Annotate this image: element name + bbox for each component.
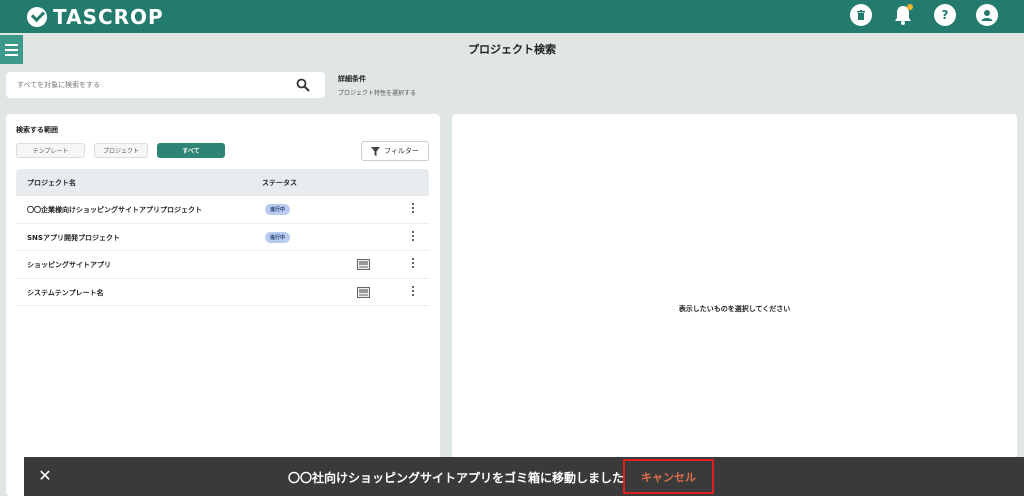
table-row[interactable]: 〇〇企業様向けショッピングサイトアプリプロジェクト 進行中 — [16, 196, 429, 224]
page-title: プロジェクト検索 — [468, 43, 556, 56]
cancel-button[interactable]: キャンセル — [623, 459, 714, 494]
filter-icon — [371, 146, 381, 156]
logo-text: TASCROP — [53, 4, 164, 29]
more-options-icon[interactable] — [410, 285, 416, 296]
header-icons: ? — [850, 4, 998, 26]
project-list-panel: 検索する範囲 テンプレート プロジェクト すべて フィルター プロジェクト名 ス… — [6, 114, 440, 496]
project-name: ショッピングサイトアプリ — [27, 261, 111, 269]
top-header: TASCROP ? — [0, 0, 1024, 33]
account-icon[interactable] — [976, 4, 998, 26]
snackbar: ✕ 〇〇社向けショッピングサイトアプリをゴミ箱に移動しました キャンセル — [24, 457, 1024, 496]
snackbar-message: 〇〇社向けショッピングサイトアプリをゴミ箱に移動しました — [288, 471, 625, 485]
app-logo[interactable]: TASCROP — [27, 5, 164, 29]
help-icon[interactable]: ? — [934, 4, 956, 26]
scope-option-all[interactable]: すべて — [157, 143, 225, 158]
trash-icon[interactable] — [850, 4, 872, 26]
detail-panel: 表示したいものを選択してください — [452, 114, 1017, 496]
status-badge: 進行中 — [265, 231, 291, 243]
template-icon — [357, 286, 370, 298]
more-options-icon[interactable] — [410, 258, 416, 268]
template-icon — [357, 259, 370, 270]
subheader: プロジェクト検索 — [0, 33, 1024, 64]
project-name: 〇〇企業様向けショッピングサイトアプリプロジェクト — [27, 206, 202, 214]
notification-dot — [907, 4, 913, 10]
filter-button[interactable]: フィルター — [361, 141, 429, 161]
bell-icon[interactable] — [892, 4, 914, 26]
table-header: プロジェクト名 ステータス — [16, 169, 429, 196]
table-row[interactable]: SNSアプリ開発プロジェクト 進行中 — [16, 224, 429, 251]
detail-title: 詳細条件 — [338, 75, 366, 83]
search-input[interactable] — [17, 81, 277, 89]
scope-label: 検索する範囲 — [16, 126, 58, 134]
status-badge: 進行中 — [265, 204, 291, 215]
logo-check-icon — [27, 6, 47, 27]
project-table: プロジェクト名 ステータス 〇〇企業様向けショッピングサイトアプリプロジェクト … — [16, 169, 429, 306]
table-row[interactable]: システムテンプレート名 — [16, 279, 429, 306]
column-header-status: ステータス — [262, 178, 297, 187]
table-row[interactable]: ショッピングサイトアプリ — [16, 251, 429, 279]
more-options-icon[interactable] — [410, 230, 416, 241]
project-name: SNSアプリ開発プロジェクト — [27, 233, 120, 242]
detail-conditions[interactable]: 詳細条件 プロジェクト特性を選択する — [338, 74, 416, 97]
project-name: システムテンプレート名 — [27, 288, 104, 297]
search-box — [6, 72, 325, 98]
scope-option-project[interactable]: プロジェクト — [94, 143, 148, 158]
more-options-icon[interactable] — [410, 203, 416, 213]
close-icon[interactable]: ✕ — [37, 467, 53, 485]
empty-state-message: 表示したいものを選択してください — [678, 305, 791, 313]
column-header-name: プロジェクト名 — [27, 178, 76, 187]
filter-label: フィルター — [384, 147, 419, 155]
search-icon[interactable] — [296, 78, 310, 92]
scope-option-template[interactable]: テンプレート — [16, 143, 85, 158]
detail-subtitle: プロジェクト特性を選択する — [338, 90, 417, 97]
